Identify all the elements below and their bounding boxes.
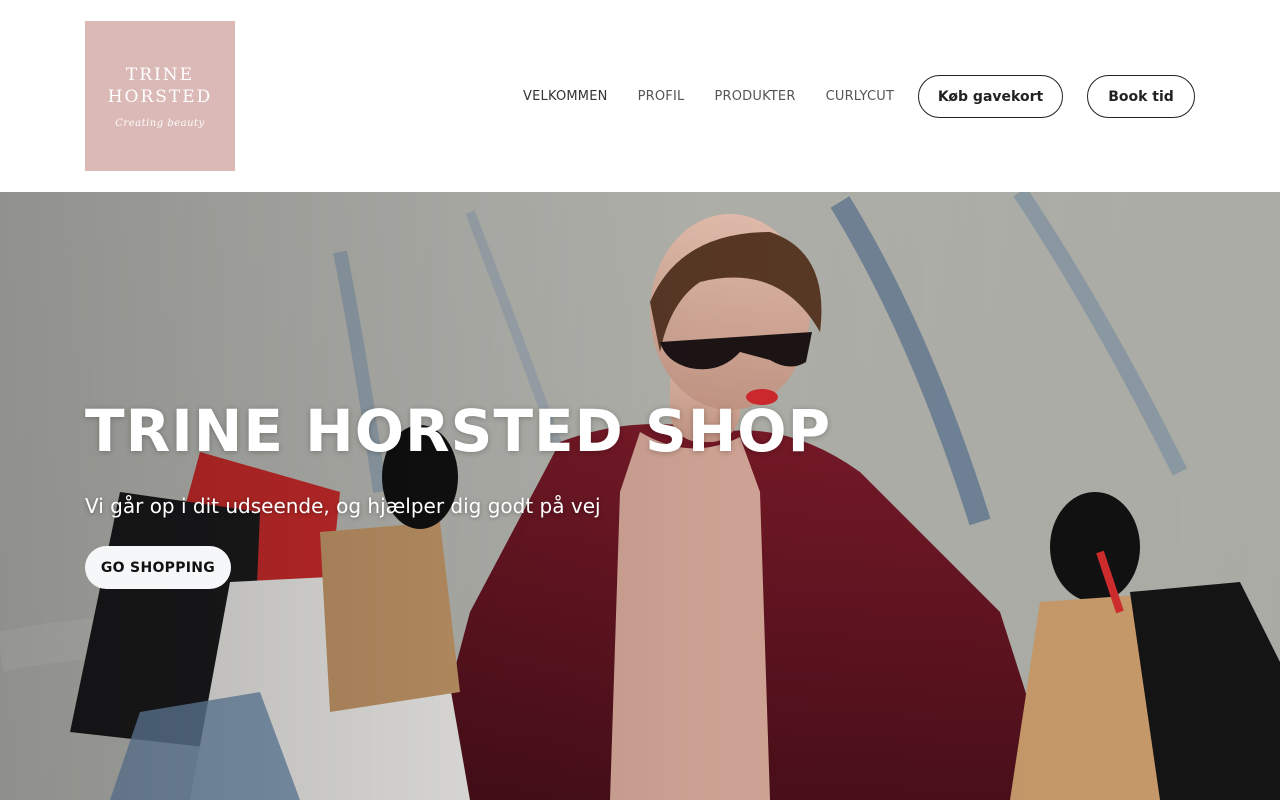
hero-title: TRINE HORSTED SHOP [85, 397, 832, 465]
nav-item-produkter[interactable]: PRODUKTER [714, 89, 795, 104]
site-header: TRINE HORSTED Creating beauty VELKOMMEN … [0, 0, 1280, 192]
logo[interactable]: TRINE HORSTED Creating beauty [85, 21, 235, 171]
nav-item-profil[interactable]: PROFIL [638, 89, 685, 104]
book-appointment-button[interactable]: Book tid [1087, 75, 1195, 118]
logo-tagline: Creating beauty [115, 117, 205, 129]
nav-item-curlycut[interactable]: CURLYCUT [826, 89, 895, 104]
hero-section: TRINE HORSTED SHOP Vi går op i dit udsee… [0, 192, 1280, 800]
main-nav: VELKOMMEN PROFIL PRODUKTER CURLYCUT [523, 86, 894, 106]
logo-line-2: HORSTED [107, 86, 213, 107]
buy-gift-card-button[interactable]: Køb gavekort [918, 75, 1063, 118]
hero-subtitle: Vi går op i dit udseende, og hjælper dig… [85, 494, 601, 518]
nav-item-velkommen[interactable]: VELKOMMEN [523, 89, 608, 104]
logo-line-1: TRINE [125, 64, 195, 85]
go-shopping-button[interactable]: GO SHOPPING [85, 546, 231, 589]
